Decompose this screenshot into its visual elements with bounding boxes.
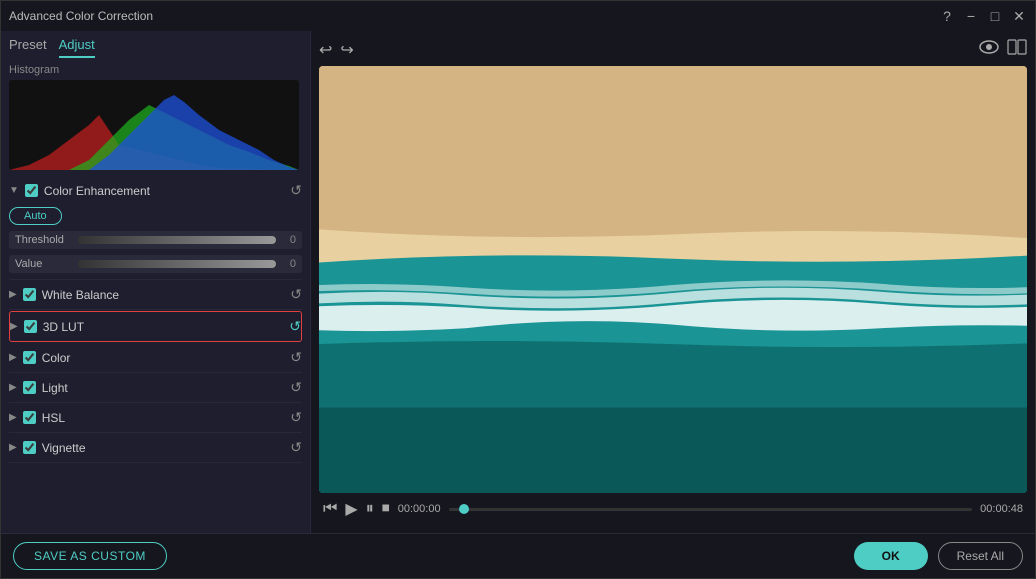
threshold-slider-row: Threshold 0	[9, 231, 302, 249]
chevron-icon: ▶	[9, 352, 17, 363]
light-title: Light	[42, 381, 68, 395]
histogram-canvas	[9, 80, 299, 170]
3d-lut-checkbox[interactable]	[24, 320, 37, 333]
histogram-section: Histogram	[1, 58, 310, 176]
content-area: Preset Adjust Histogram	[1, 31, 1035, 533]
tab-preset[interactable]: Preset	[9, 37, 47, 58]
chevron-icon: ▶	[9, 289, 17, 300]
vignette-reset-button[interactable]: ↺	[290, 439, 302, 456]
chevron-icon: ▶	[9, 412, 17, 423]
redo-button[interactable]: ↪	[340, 40, 353, 60]
progress-thumb	[459, 504, 469, 514]
color-enhancement-title: Color Enhancement	[44, 184, 150, 198]
window-title: Advanced Color Correction	[9, 9, 153, 23]
main-window: Advanced Color Correction ? − □ ✕ Preset…	[0, 0, 1036, 579]
light-section: ▶ Light ↺	[9, 373, 302, 403]
hsl-section: ▶ HSL ↺	[9, 403, 302, 433]
chevron-icon: ▶	[9, 382, 17, 393]
color-header[interactable]: ▶ Color ↺	[9, 343, 302, 372]
beach-scene	[319, 66, 1027, 493]
color-enhancement-section: ▼ Color Enhancement ↺ Auto Threshold 0	[9, 176, 302, 280]
color-enhancement-checkbox[interactable]	[25, 184, 38, 197]
time-end: 00:00:48	[980, 503, 1023, 515]
stop-button[interactable]: ⏹	[382, 500, 390, 518]
white-balance-header[interactable]: ▶ White Balance ↺	[9, 280, 302, 309]
play-button[interactable]: ▶	[345, 499, 357, 519]
eye-icon	[979, 40, 999, 54]
light-reset-button[interactable]: ↺	[290, 379, 302, 396]
chevron-icon: ▶	[10, 321, 18, 332]
video-controls: ⏮ ▶ ⏸ ⏹ 00:00:00 00:00:48	[319, 493, 1027, 525]
color-reset-button[interactable]: ↺	[290, 349, 302, 366]
bottom-right-controls: OK Reset All	[854, 542, 1023, 570]
value-slider-track[interactable]	[78, 260, 276, 268]
close-button[interactable]: ✕	[1011, 8, 1027, 24]
value-label: Value	[15, 258, 70, 270]
histogram-svg	[9, 80, 299, 170]
minimize-button[interactable]: −	[963, 8, 979, 24]
histogram-label: Histogram	[9, 64, 302, 76]
eye-button[interactable]	[979, 40, 999, 59]
3d-lut-section: ▶ 3D LUT ↺	[9, 311, 302, 342]
tab-bar: Preset Adjust	[1, 31, 310, 58]
3d-lut-title: 3D LUT	[43, 320, 84, 334]
right-panel: ↩ ↪	[311, 31, 1035, 533]
chevron-icon: ▼	[9, 185, 19, 196]
maximize-button[interactable]: □	[987, 8, 1003, 24]
hsl-header[interactable]: ▶ HSL ↺	[9, 403, 302, 432]
title-bar: Advanced Color Correction ? − □ ✕	[1, 1, 1035, 31]
video-placeholder	[319, 66, 1027, 493]
help-button[interactable]: ?	[939, 8, 955, 24]
title-controls: ? − □ ✕	[939, 8, 1027, 24]
step-back-button[interactable]: ⏮	[323, 500, 337, 518]
pause-button[interactable]: ⏸	[366, 500, 374, 518]
threshold-label: Threshold	[15, 234, 70, 246]
white-balance-section: ▶ White Balance ↺	[9, 280, 302, 310]
light-checkbox[interactable]	[23, 381, 36, 394]
light-header[interactable]: ▶ Light ↺	[9, 373, 302, 402]
time-current: 00:00:00	[398, 503, 441, 515]
progress-bar[interactable]	[449, 508, 973, 511]
save-custom-button[interactable]: SAVE AS CUSTOM	[13, 542, 167, 570]
color-enhancement-reset-button[interactable]: ↺	[290, 182, 302, 199]
white-balance-reset-button[interactable]: ↺	[290, 286, 302, 303]
toolbar: ↩ ↪	[319, 39, 1027, 60]
chevron-icon: ▶	[9, 442, 17, 453]
color-title: Color	[42, 351, 71, 365]
vignette-checkbox[interactable]	[23, 441, 36, 454]
left-panel: Preset Adjust Histogram	[1, 31, 311, 533]
color-section: ▶ Color ↺	[9, 343, 302, 373]
3d-lut-reset-button[interactable]: ↺	[289, 318, 301, 335]
hsl-checkbox[interactable]	[23, 411, 36, 424]
auto-button[interactable]: Auto	[9, 207, 62, 225]
threshold-slider-track[interactable]	[78, 236, 276, 244]
bottom-bar: SAVE AS CUSTOM OK Reset All	[1, 533, 1035, 578]
tab-adjust[interactable]: Adjust	[59, 37, 95, 58]
threshold-slider-container: Threshold 0	[9, 231, 302, 249]
white-balance-title: White Balance	[42, 288, 119, 302]
hsl-reset-button[interactable]: ↺	[290, 409, 302, 426]
split-view-button[interactable]	[1007, 39, 1027, 60]
vignette-title: Vignette	[42, 441, 86, 455]
reset-all-button[interactable]: Reset All	[938, 542, 1023, 570]
undo-button[interactable]: ↩	[319, 40, 332, 60]
panel-sections: ▼ Color Enhancement ↺ Auto Threshold 0	[1, 176, 310, 533]
vignette-section: ▶ Vignette ↺	[9, 433, 302, 463]
value-value: 0	[284, 258, 296, 270]
3d-lut-header[interactable]: ▶ 3D LUT ↺	[10, 312, 301, 341]
video-preview	[319, 66, 1027, 493]
color-checkbox[interactable]	[23, 351, 36, 364]
hsl-title: HSL	[42, 411, 65, 425]
split-icon	[1007, 39, 1027, 55]
threshold-value: 0	[284, 234, 296, 246]
vignette-header[interactable]: ▶ Vignette ↺	[9, 433, 302, 462]
value-slider-row: Value 0	[9, 255, 302, 273]
color-enhancement-header[interactable]: ▼ Color Enhancement ↺	[9, 176, 302, 205]
white-balance-checkbox[interactable]	[23, 288, 36, 301]
value-slider-container: Value 0	[9, 255, 302, 273]
ok-button[interactable]: OK	[854, 542, 928, 570]
